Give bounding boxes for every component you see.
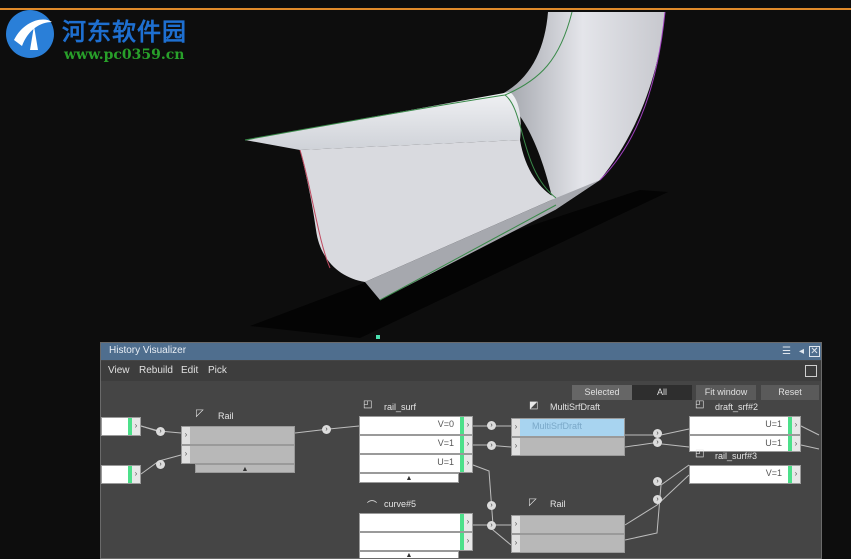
connector-dot: › [156, 460, 165, 469]
node-label-curve: curve#5 [384, 499, 417, 509]
connector-dot: › [653, 429, 662, 438]
search-icon[interactable] [805, 365, 817, 377]
node-label-draft: draft_srf#2 [715, 402, 759, 412]
history-graph[interactable]: › › › › ◸ Rail › › ▲ › ◰ rail_surf V=0 › … [101, 399, 821, 558]
draft-row-2[interactable]: U=1 › [689, 435, 801, 452]
menu-rebuild[interactable]: Rebuild [139, 365, 173, 376]
rail-node-input-1[interactable]: › [181, 426, 295, 445]
accent-line [0, 8, 851, 10]
watermark-logo-icon [6, 10, 54, 58]
rail-icon: ◸ [529, 497, 537, 508]
curve-expand-button[interactable]: ▲ [359, 551, 459, 558]
collapse-icon[interactable]: ◂ [796, 346, 807, 357]
input-node-2[interactable]: › [101, 465, 141, 484]
input-node-1[interactable]: › [101, 417, 141, 436]
fit-window-button[interactable]: Fit window [696, 385, 756, 400]
watermark-url: www.pc0359.cn [64, 47, 185, 63]
rail-surf-row-1[interactable]: V=0 › [359, 416, 473, 435]
tab-selected[interactable]: Selected [572, 385, 632, 400]
connector-dot: › [487, 521, 496, 530]
connector-dot: › [487, 501, 496, 510]
curve-icon: ⌒ [367, 501, 377, 512]
surface-icon: ◰ [363, 399, 373, 410]
rail-node-input-2[interactable]: › [181, 445, 295, 464]
node-label-rail: Rail [218, 411, 234, 421]
node-label-rail-mid: Rail [550, 499, 566, 509]
connector-dot: › [653, 495, 662, 504]
node-label-rail-surf3: rail_surf#3 [715, 451, 758, 461]
watermark-title: 河东软件园 [62, 17, 187, 46]
curve-row-2[interactable]: › [359, 532, 473, 551]
node-label-rail-surf: rail_surf [384, 402, 417, 412]
surface-icon: ◰ [695, 399, 705, 410]
node-label-multi: MultiSrfDraft [550, 402, 601, 412]
rail-mid-input-2[interactable]: › [511, 534, 625, 553]
curve-row-1[interactable]: › [359, 513, 473, 532]
rail-mid-input-1[interactable]: › [511, 515, 625, 534]
rail-surf-expand-button[interactable]: ▲ [359, 473, 459, 483]
multi-row-selected[interactable]: › MultiSrfDraft [511, 418, 625, 437]
menu-view[interactable]: View [108, 365, 130, 376]
close-icon[interactable]: ✕ [809, 346, 820, 357]
multi-row-2[interactable]: › [511, 437, 625, 456]
connector-dot: › [322, 425, 331, 434]
menu-pick[interactable]: Pick [208, 365, 227, 376]
title-bar: History Visualizer ☰ ◂ ✕ [101, 343, 821, 360]
menu-edit[interactable]: Edit [181, 365, 198, 376]
connector-dot: › [487, 421, 496, 430]
window-title: History Visualizer [109, 345, 187, 356]
menu-bar: View Rebuild Edit Pick [101, 361, 821, 381]
menu-icon[interactable]: ☰ [781, 346, 792, 357]
connector-dot: › [156, 427, 165, 436]
surface-icon: ◰ [695, 448, 705, 459]
rail-icon: ◸ [196, 408, 204, 419]
rail-surf-row-3[interactable]: U=1 › [359, 454, 473, 473]
draft-icon: ◩ [529, 400, 539, 411]
connector-dot: › [653, 477, 662, 486]
rail-surf-row-2[interactable]: V=1 › [359, 435, 473, 454]
reset-button[interactable]: Reset [761, 385, 819, 400]
history-visualizer-window: History Visualizer ☰ ◂ ✕ View Rebuild Ed… [100, 342, 822, 559]
connector-dot: › [487, 441, 496, 450]
rail-surf3-row-1[interactable]: V=1 › [689, 465, 801, 484]
connector-dot: › [653, 438, 662, 447]
rail-node-expand-button[interactable]: ▲ [195, 464, 295, 473]
draft-row-1[interactable]: U=1 › [689, 416, 801, 435]
tab-all[interactable]: All [632, 385, 692, 400]
